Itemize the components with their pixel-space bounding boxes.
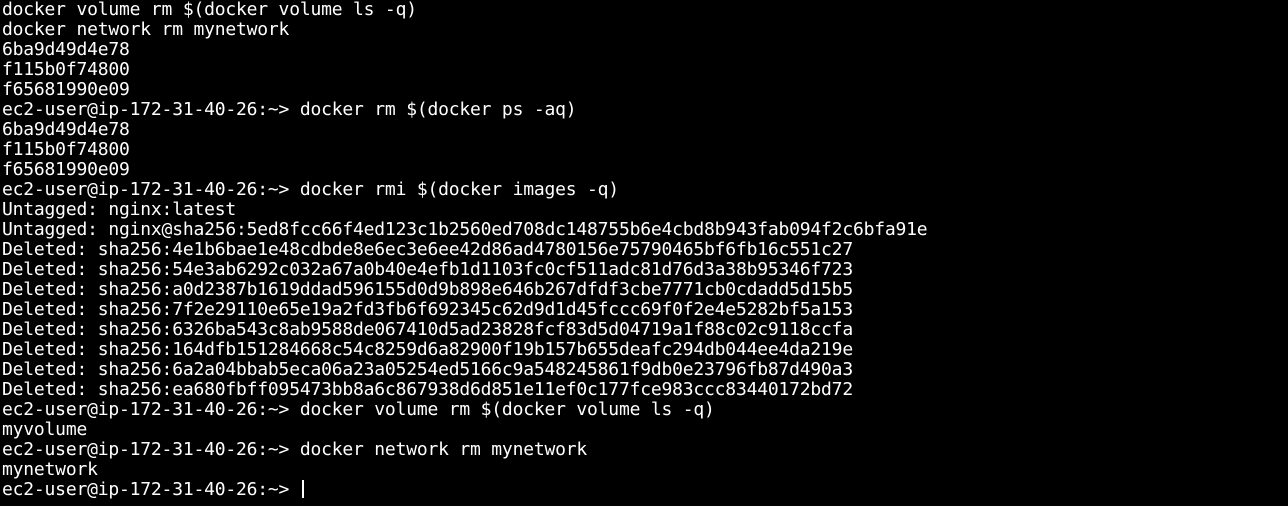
terminal-line: f115b0f74800: [2, 59, 130, 80]
terminal-line: ec2-user@ip-172-31-40-26:~> docker rm $(…: [2, 99, 577, 120]
terminal-line: f115b0f74800: [2, 139, 130, 160]
terminal-line: Deleted: sha256:164dfb151284668c54c8259d…: [2, 339, 853, 360]
terminal-line: ec2-user@ip-172-31-40-26:~> docker volum…: [2, 399, 715, 420]
terminal-line: f65681990e09: [2, 79, 130, 100]
terminal-line: Deleted: sha256:6326ba543c8ab9588de06741…: [2, 319, 853, 340]
shell-prompt: ec2-user@ip-172-31-40-26:~>: [2, 479, 300, 500]
terminal-line: docker volume rm $(docker volume ls -q): [2, 0, 417, 20]
terminal-line: ec2-user@ip-172-31-40-26:~> docker rmi $…: [2, 179, 619, 200]
terminal-line: ec2-user@ip-172-31-40-26:~> docker netwo…: [2, 439, 588, 460]
terminal-line: docker network rm mynetwork: [2, 19, 290, 40]
terminal-line: myvolume: [2, 419, 88, 440]
terminal-line: Untagged: nginx:latest: [2, 199, 237, 220]
terminal-line: mynetwork: [2, 459, 98, 480]
terminal-line: Untagged: nginx@sha256:5ed8fcc66f4ed123c…: [2, 219, 928, 240]
terminal-window[interactable]: docker volume rm $(docker volume ls -q) …: [0, 0, 1288, 506]
terminal-line: Deleted: sha256:7f2e29110e65e19a2fd3fb6f…: [2, 299, 853, 320]
terminal-input-line[interactable]: ec2-user@ip-172-31-40-26:~>: [2, 480, 1288, 500]
terminal-line: Deleted: sha256:4e1b6bae1e48cdbde8e6ec3e…: [2, 239, 853, 260]
text-cursor: [301, 480, 304, 498]
terminal-output: docker volume rm $(docker volume ls -q) …: [2, 0, 1288, 480]
terminal-line: f65681990e09: [2, 159, 130, 180]
terminal-line: Deleted: sha256:6a2a04bbab5eca06a23a0525…: [2, 359, 853, 380]
terminal-line: 6ba9d49d4e78: [2, 119, 130, 140]
terminal-line: Deleted: sha256:54e3ab6292c032a67a0b40e4…: [2, 259, 853, 280]
terminal-line: Deleted: sha256:a0d2387b1619ddad596155d0…: [2, 279, 853, 300]
terminal-line: 6ba9d49d4e78: [2, 39, 130, 60]
terminal-line: Deleted: sha256:ea680fbff095473bb8a6c867…: [2, 379, 853, 400]
